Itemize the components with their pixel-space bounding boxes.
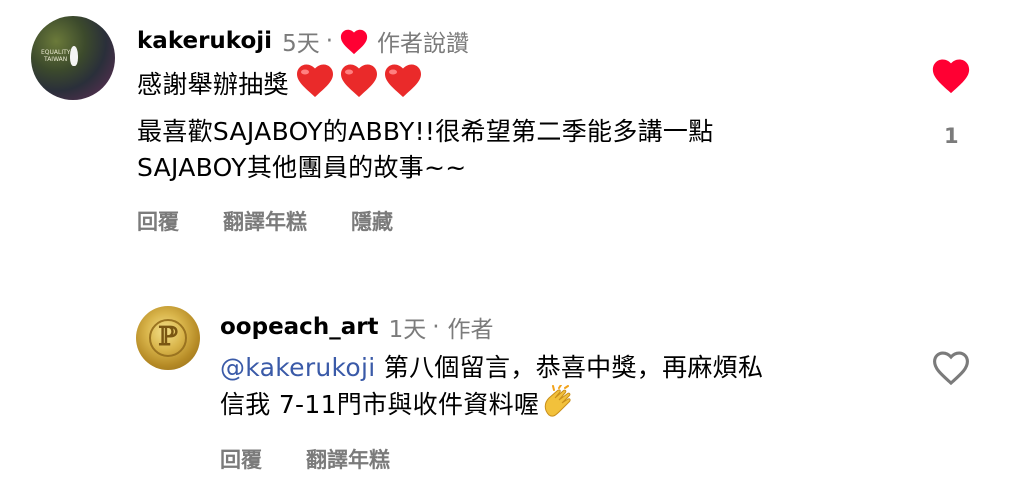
reply-button[interactable]: 回覆	[220, 448, 262, 472]
mention-link[interactable]: @kakerukoji	[220, 353, 376, 382]
avatar[interactable]: EQUALITY TAIWAN	[31, 16, 115, 100]
timestamp[interactable]: 5天	[282, 24, 320, 58]
comment-actions: 回覆 翻譯年糕	[220, 444, 434, 474]
reply-button[interactable]: 回覆	[137, 210, 179, 234]
comment-actions: 回覆 翻譯年糕 隱藏	[137, 206, 437, 236]
translate-button[interactable]: 翻譯年糕	[223, 210, 307, 234]
author-tag: 作者	[447, 317, 494, 343]
translate-button[interactable]: 翻譯年糕	[306, 448, 390, 472]
clapping-hands-emoji-icon	[541, 384, 581, 433]
avatar-text-1: EQUALITY	[41, 49, 71, 56]
wax-seal-icon: ℙ	[158, 322, 178, 352]
red-heart-emoji-icon	[293, 63, 425, 111]
timestamp[interactable]: 1天	[389, 310, 427, 344]
comment-text: 第八個留言，恭喜中獎，再麻煩私	[375, 353, 764, 382]
like-heart-icon[interactable]	[930, 348, 972, 390]
comment-text-line-2: 信我 7-11門市與收件資料喔	[220, 384, 581, 433]
author-liked-heart-icon	[339, 27, 369, 55]
comment-text: 信我 7-11門市與收件資料喔	[220, 390, 540, 419]
separator-dot: ·	[432, 314, 440, 340]
comment-text-line-2: 最喜歡SAJABOY的ABBY!!很希望第二季能多講一點	[137, 117, 714, 146]
username[interactable]: kakerukoji	[137, 28, 272, 54]
comment-text: 感謝舉辦抽獎	[137, 70, 289, 99]
comment-text-line-3: SAJABOY其他團員的故事~~	[137, 153, 467, 182]
separator-dot: ·	[325, 28, 334, 54]
comment-header: oopeach_art 1天 · 作者	[220, 310, 494, 344]
avatar[interactable]: ℙ	[136, 306, 200, 370]
hide-button[interactable]: 隱藏	[351, 210, 393, 234]
comment-text-line-1: 感謝舉辦抽獎	[137, 63, 425, 111]
like-heart-icon[interactable]	[930, 56, 972, 98]
comment-text-line-1: @kakerukoji 第八個留言，恭喜中獎，再麻煩私	[220, 348, 763, 388]
username[interactable]: oopeach_art	[220, 314, 379, 340]
comment-header: kakerukoji 5天 · 作者說讚	[137, 24, 469, 58]
like-count[interactable]: 1	[944, 124, 959, 148]
avatar-text-2: TAIWAN	[44, 56, 68, 63]
author-liked-label: 作者說讚	[377, 31, 470, 57]
taiwan-map-icon	[70, 46, 78, 66]
